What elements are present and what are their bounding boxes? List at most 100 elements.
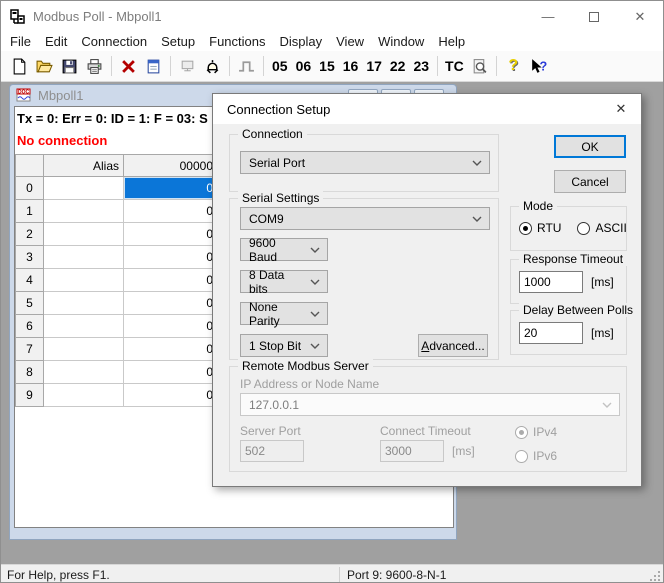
status-separator [339, 567, 340, 583]
remote-server-group: Remote Modbus Server IP Address or Node … [229, 366, 627, 472]
grid-header-index[interactable] [16, 155, 44, 177]
function-button-17[interactable]: 17 [362, 58, 386, 74]
poll-once-icon [179, 58, 196, 75]
help-button[interactable]: ? [501, 54, 526, 79]
grid-header-value[interactable]: 00000 [124, 155, 218, 177]
alias-cell[interactable] [44, 223, 124, 246]
cancel-button[interactable]: Cancel [554, 170, 626, 193]
status-help-text: For Help, press F1. [7, 568, 110, 582]
maximize-button[interactable] [571, 1, 617, 32]
com-port-select[interactable]: COM9 [240, 207, 490, 230]
disconnect-button[interactable] [116, 54, 141, 79]
menu-help[interactable]: Help [431, 32, 472, 51]
connection-group: Connection Serial Port [229, 134, 499, 192]
server-port-input: 502 [240, 440, 304, 462]
mode-ascii-radio[interactable]: ASCII [577, 221, 626, 235]
function-button-15[interactable]: 15 [315, 58, 339, 74]
delay-input[interactable]: 20 [519, 322, 583, 344]
resize-grip[interactable] [648, 569, 661, 582]
dialog-close-button[interactable]: ✕ [601, 94, 641, 124]
radio-icon [515, 450, 528, 463]
com-port-value: COM9 [249, 212, 284, 226]
row-index-cell[interactable]: 3 [16, 246, 44, 269]
mode-rtu-radio[interactable]: RTU [519, 221, 561, 235]
test-center-button[interactable]: TC [442, 58, 467, 74]
cancel-button-label: Cancel [571, 175, 608, 189]
row-index-cell[interactable]: 1 [16, 200, 44, 223]
delay-group: Delay Between Polls 20 [ms] [510, 310, 627, 355]
menu-setup[interactable]: Setup [154, 32, 202, 51]
value-cell[interactable]: 0 [124, 246, 218, 269]
row-index-cell[interactable]: 0 [16, 177, 44, 200]
value-cell[interactable]: 0 [124, 315, 218, 338]
menu-edit[interactable]: Edit [38, 32, 74, 51]
row-index-cell[interactable]: 5 [16, 292, 44, 315]
row-index-cell[interactable]: 2 [16, 223, 44, 246]
dialog-title-bar[interactable]: Connection Setup ✕ [213, 94, 641, 124]
connection-type-select[interactable]: Serial Port [240, 151, 490, 174]
function-button-16[interactable]: 16 [339, 58, 363, 74]
row-index-cell[interactable]: 6 [16, 315, 44, 338]
alias-cell[interactable] [44, 292, 124, 315]
context-help-button[interactable]: ? [526, 54, 551, 79]
function-button-22[interactable]: 22 [386, 58, 410, 74]
parity-value: None Parity [249, 300, 305, 328]
value-cell[interactable]: 0 [124, 292, 218, 315]
value-cell[interactable]: 0 [124, 200, 218, 223]
alias-cell[interactable] [44, 246, 124, 269]
alias-cell[interactable] [44, 315, 124, 338]
function-button-23[interactable]: 23 [409, 58, 433, 74]
radio-icon [515, 426, 528, 439]
minimize-button[interactable]: — [525, 1, 571, 32]
value-cell[interactable]: 0 [124, 384, 218, 407]
remote-server-label: Remote Modbus Server [238, 359, 373, 373]
row-index-cell[interactable]: 7 [16, 338, 44, 361]
value-cell[interactable]: 0 [124, 177, 218, 200]
response-timeout-input[interactable]: 1000 [519, 271, 583, 293]
grid-header-alias[interactable]: Alias [44, 155, 124, 177]
row-index-cell[interactable]: 9 [16, 384, 44, 407]
menu-file[interactable]: File [3, 32, 38, 51]
baud-rate-select[interactable]: 9600 Baud [240, 238, 328, 261]
stop-bits-select[interactable]: 1 Stop Bit [240, 334, 328, 357]
open-file-button[interactable] [32, 54, 57, 79]
function-button-05[interactable]: 05 [268, 58, 292, 74]
chevron-down-icon [310, 311, 320, 317]
save-button[interactable] [57, 54, 82, 79]
menu-display[interactable]: Display [273, 32, 330, 51]
new-file-button[interactable] [7, 54, 32, 79]
pulse-button[interactable] [234, 54, 259, 79]
print-button[interactable] [82, 54, 107, 79]
register-grid: Alias 00000 00102030405060708090 [15, 154, 218, 407]
function-button-06[interactable]: 06 [292, 58, 316, 74]
print-icon [86, 58, 103, 75]
context-help-icon: ? [529, 58, 548, 75]
advanced-button[interactable]: Advanced... [418, 334, 488, 357]
row-index-cell[interactable]: 4 [16, 269, 44, 292]
alias-cell[interactable] [44, 361, 124, 384]
menu-functions[interactable]: Functions [202, 32, 272, 51]
parity-select[interactable]: None Parity [240, 302, 328, 325]
alias-cell[interactable] [44, 269, 124, 292]
toolbar-separator [263, 56, 264, 76]
value-cell[interactable]: 0 [124, 338, 218, 361]
value-cell[interactable]: 0 [124, 269, 218, 292]
menu-connection[interactable]: Connection [74, 32, 154, 51]
data-bits-select[interactable]: 8 Data bits [240, 270, 328, 293]
toolbar-separator [229, 56, 230, 76]
auto-poll-button[interactable] [200, 54, 225, 79]
row-index-cell[interactable]: 8 [16, 361, 44, 384]
alias-cell[interactable] [44, 200, 124, 223]
value-cell[interactable]: 0 [124, 223, 218, 246]
zoom-button[interactable] [467, 54, 492, 79]
value-cell[interactable]: 0 [124, 361, 218, 384]
menu-view[interactable]: View [329, 32, 371, 51]
menu-window[interactable]: Window [371, 32, 431, 51]
display-setup-button[interactable] [141, 54, 166, 79]
alias-cell[interactable] [44, 384, 124, 407]
alias-cell[interactable] [44, 177, 124, 200]
close-button[interactable]: ✕ [617, 1, 663, 32]
poll-once-button[interactable] [175, 54, 200, 79]
alias-cell[interactable] [44, 338, 124, 361]
ok-button[interactable]: OK [554, 135, 626, 158]
